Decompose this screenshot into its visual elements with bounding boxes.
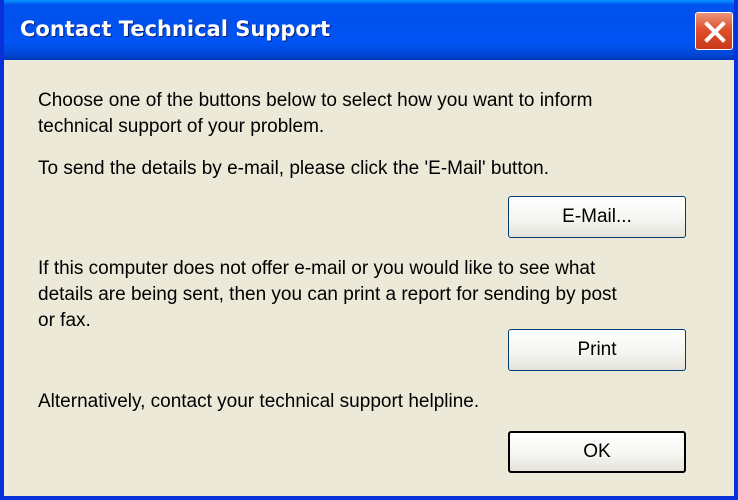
- ok-button[interactable]: OK: [508, 431, 686, 473]
- print-button[interactable]: Print: [508, 329, 686, 371]
- title-bar[interactable]: Contact Technical Support: [4, 0, 734, 60]
- intro-text: Choose one of the buttons below to selec…: [38, 90, 593, 137]
- print-instruction-text: If this computer does not offer e-mail o…: [38, 258, 617, 331]
- email-instruction-text: To send the details by e-mail, please cl…: [38, 158, 550, 179]
- contact-support-dialog: Contact Technical Support Choose one of …: [0, 0, 738, 500]
- helpline-text: Alternatively, contact your technical su…: [38, 391, 480, 412]
- email-button[interactable]: E-Mail...: [508, 196, 686, 238]
- dialog-title: Contact Technical Support: [20, 17, 331, 41]
- close-x-icon: [704, 21, 726, 43]
- close-button[interactable]: [695, 12, 733, 50]
